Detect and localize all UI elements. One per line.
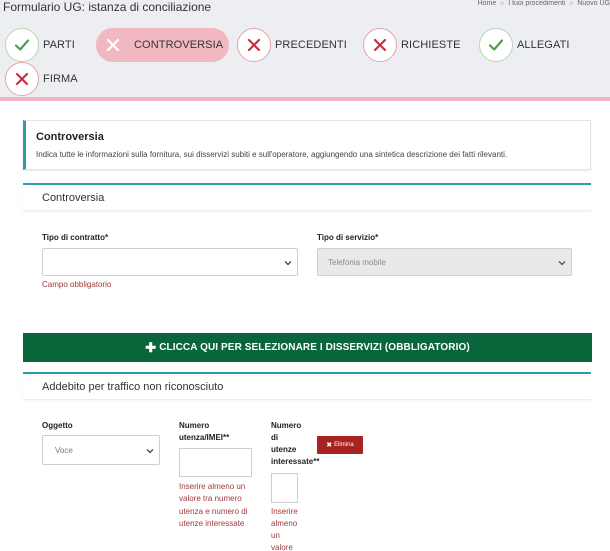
breadcrumb-home[interactable]: Home xyxy=(478,0,497,7)
numero-utenze-label-line: Numero xyxy=(271,421,302,430)
close-icon xyxy=(5,62,39,96)
numero-utenza-input[interactable] xyxy=(179,448,252,477)
section-addebito-header: Addebito per traffico non riconosciuto xyxy=(23,372,591,400)
numero-utenza-error-line: Inserire almeno un xyxy=(179,482,246,491)
breadcrumb-procedimenti[interactable]: I tuoi procedimenti xyxy=(508,0,565,7)
breadcrumb-separator: » xyxy=(500,0,505,7)
numero-utenza-label-line2: utenza/IMEI** xyxy=(179,433,230,442)
oggetto-label: Oggetto xyxy=(42,421,73,430)
step-label: RICHIESTE xyxy=(401,39,461,51)
chevron-down-icon xyxy=(284,261,292,266)
step-label: ALLEGATI xyxy=(517,39,570,51)
close-icon xyxy=(237,28,271,62)
numero-utenze-label-line: interessate** xyxy=(271,457,320,466)
section-title: Controversia xyxy=(42,192,105,204)
info-text: Indica tutte le informazioni sulla forni… xyxy=(36,150,508,159)
check-icon xyxy=(479,28,513,62)
plus-icon: ✚ xyxy=(145,339,157,355)
numero-utenza-error-line: valore tra numero xyxy=(179,494,242,503)
numero-utenze-error-line: valore xyxy=(271,543,293,551)
section-title: Addebito per traffico non riconosciuto xyxy=(42,381,224,393)
chevron-down-icon xyxy=(558,261,566,266)
step-label: FIRMA xyxy=(43,73,78,85)
info-box: Controversia Indica tutte le informazion… xyxy=(23,120,591,170)
info-title: Controversia xyxy=(36,131,104,143)
numero-utenze-input[interactable] xyxy=(271,473,298,503)
numero-utenza-error-line: utenze interessate xyxy=(179,519,245,528)
page-title: Formulario UG: istanza di conciliazione xyxy=(3,0,212,14)
numero-utenze-error-line: Inserire xyxy=(271,507,298,516)
tipo-contratto-error: Campo obbligatorio xyxy=(42,280,112,289)
close-icon: ✖ xyxy=(326,442,333,449)
numero-utenza-label-line1: Numero xyxy=(179,421,210,430)
numero-utenze-label-line: di xyxy=(271,433,279,442)
tipo-servizio-select: Telefonia mobile xyxy=(317,248,572,276)
step-richieste[interactable]: RICHIESTE xyxy=(363,28,461,62)
section-controversia-header: Controversia xyxy=(23,183,591,211)
breadcrumb: Home» I tuoi procedimenti» Nuovo UG xyxy=(478,0,610,7)
select-value: Telefonia mobile xyxy=(328,258,386,267)
select-value: Voce xyxy=(55,446,73,455)
numero-utenze-label-line: utenze xyxy=(271,445,297,454)
delete-button[interactable]: ✖ Elimina xyxy=(317,436,363,454)
close-icon xyxy=(96,28,130,62)
numero-utenze-error-line: un xyxy=(271,531,280,540)
tipo-contratto-label: Tipo di contratto* xyxy=(42,233,109,242)
close-icon xyxy=(363,28,397,62)
tipo-servizio-label: Tipo di servizio* xyxy=(317,233,379,242)
step-parti[interactable]: PARTI xyxy=(5,28,75,62)
step-label: CONTROVERSIA xyxy=(134,39,224,51)
numero-utenze-error-line: almeno xyxy=(271,519,298,528)
chevron-down-icon xyxy=(146,449,154,454)
step-allegati[interactable]: ALLEGATI xyxy=(479,28,570,62)
breadcrumb-separator: » xyxy=(569,0,574,7)
step-firma[interactable]: FIRMA xyxy=(5,62,78,96)
step-label: PRECEDENTI xyxy=(275,39,347,51)
oggetto-select[interactable]: Voce xyxy=(42,435,160,465)
step-precedenti[interactable]: PRECEDENTI xyxy=(237,28,347,62)
header-accent-line xyxy=(0,97,610,101)
tipo-contratto-select[interactable] xyxy=(42,248,298,276)
button-label: CLICCA QUI PER SELEZIONARE I DISSERVIZI … xyxy=(159,342,470,353)
delete-label: Elimina xyxy=(334,442,354,448)
select-disservizi-button[interactable]: ✚ CLICCA QUI PER SELEZIONARE I DISSERVIZ… xyxy=(23,333,592,362)
breadcrumb-current: Nuovo UG xyxy=(577,0,610,7)
check-icon xyxy=(5,28,39,62)
step-controversia[interactable]: CONTROVERSIA xyxy=(96,28,230,62)
step-label: PARTI xyxy=(43,39,75,51)
numero-utenza-error-line: utenza e numero di xyxy=(179,507,248,516)
